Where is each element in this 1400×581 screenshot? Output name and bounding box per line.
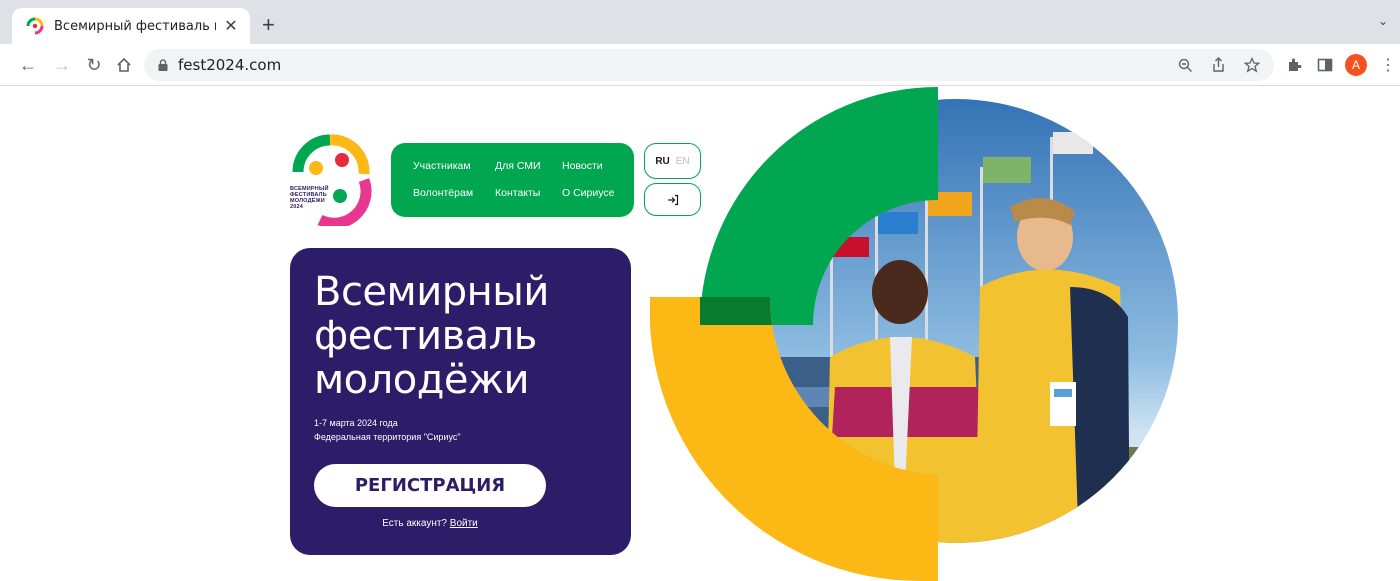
nav-news[interactable]: Новости [562,160,603,172]
profile-avatar[interactable]: A [1345,53,1367,77]
browser-menu-icon[interactable]: ⋮ [1380,53,1396,77]
logo-wordmark: ВСЕМИРНЫЙ ФЕСТИВАЛЬ МОЛОДЁЖИ 2024 [290,186,329,210]
tab-strip: Всемирный фестиваль молод ✕ + ⌄ [0,0,1400,44]
nav-contacts[interactable]: Контакты [495,187,540,199]
main-nav: Участникам Для СМИ Новости Волонтёрам Ко… [391,143,634,217]
back-icon[interactable]: ← [16,53,40,77]
ring-overlap [700,297,772,325]
register-button[interactable]: РЕГИСТРАЦИЯ [314,464,546,507]
hero-card: Всемирный фестиваль молодёжи 1-7 марта 2… [290,248,631,555]
hero-title-line: молодёжи [314,357,529,403]
tab-search-icon[interactable]: ⌄ [1378,14,1388,28]
browser-toolbar: ← → ↻ fest2024.com A ⋮ [0,44,1400,86]
lock-icon [158,59,168,71]
tab-close-icon[interactable]: ✕ [222,16,240,36]
nav-volunteers[interactable]: Волонтёрам [413,187,473,199]
nav-participants[interactable]: Участникам [413,160,471,172]
browser-tab[interactable]: Всемирный фестиваль молод ✕ [12,8,250,44]
site-favicon-icon [26,17,44,35]
new-tab-button[interactable]: + [262,14,275,36]
forward-icon[interactable]: → [50,53,74,77]
hero-title: Всемирный фестиваль молодёжи [314,270,614,402]
logo-line: 2024 [290,204,304,210]
event-info: 1-7 марта 2024 года Федеральная территор… [314,416,461,444]
address-bar[interactable]: fest2024.com [144,49,1274,81]
hero-photo-illustration [650,87,1178,581]
web-page: ВСЕМИРНЫЙ ФЕСТИВАЛЬ МОЛОДЁЖИ 2024 Участн… [0,87,1400,581]
hero-title-line: фестиваль [314,313,537,359]
has-account-text: Есть аккаунт? [382,518,447,529]
hero-title-line: Всемирный [314,269,549,315]
avatar-letter: A [1345,54,1367,76]
event-date: 1-7 марта 2024 года [314,418,398,428]
home-icon[interactable] [112,53,136,77]
zoom-icon[interactable] [1178,58,1193,73]
nav-about-sirius[interactable]: О Сириусе [562,187,614,199]
festival-logo[interactable]: ВСЕМИРНЫЙ ФЕСТИВАЛЬ МОЛОДЁЖИ 2024 [290,134,372,226]
share-icon[interactable] [1211,57,1226,73]
extensions-icon[interactable] [1286,53,1302,77]
reload-icon[interactable]: ↻ [82,53,106,77]
side-panel-icon[interactable] [1317,53,1333,77]
account-prompt: Есть аккаунт? Войти [290,518,570,529]
nav-media[interactable]: Для СМИ [495,160,541,172]
login-link[interactable]: Войти [450,518,478,529]
url-text: fest2024.com [178,56,282,74]
festival-logo-icon [292,134,372,226]
event-place: Федеральная территория "Сириус" [314,432,461,442]
tab-title: Всемирный фестиваль молод [54,18,216,34]
bookmark-star-icon[interactable] [1244,57,1260,73]
